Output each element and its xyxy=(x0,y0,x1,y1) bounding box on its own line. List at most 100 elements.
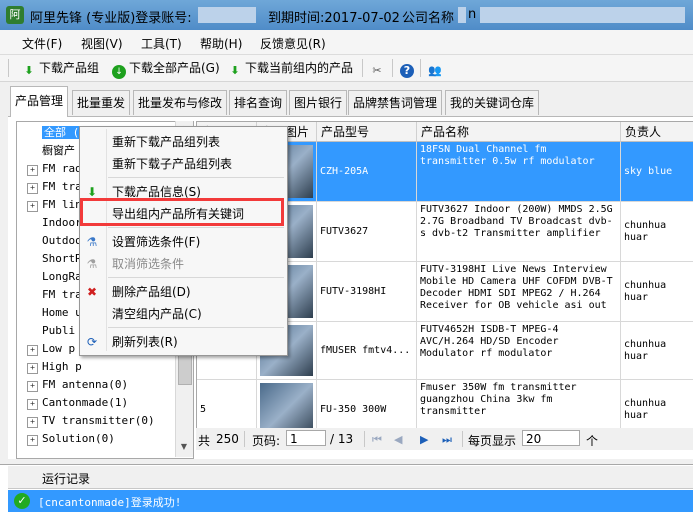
tree-node[interactable]: + FM lin xyxy=(17,196,82,214)
column-header-model[interactable]: 产品型号 xyxy=(317,122,417,142)
tree-node[interactable]: Publi xyxy=(17,322,75,340)
download-arrow-icon: ⬇ xyxy=(230,64,240,77)
menu-separator xyxy=(108,277,284,278)
cell-owner: chunhua huar xyxy=(621,202,693,261)
tab-image-bank[interactable]: 图片银行 xyxy=(289,90,348,115)
menu-item-label: 设置筛选条件(F) xyxy=(112,235,201,249)
tab-brand-banned-words[interactable]: 品牌禁售词管理 xyxy=(348,90,443,115)
tab-keyword-warehouse[interactable]: 我的关键词仓库 xyxy=(445,90,540,115)
log-entry[interactable]: ✓ [cncantonmade]登录成功! xyxy=(8,490,693,512)
column-header-owner[interactable]: 负责人 xyxy=(621,122,693,142)
menu-help[interactable]: 帮助(H) xyxy=(200,35,242,52)
tree-node[interactable]: + Low p xyxy=(17,340,75,358)
menu-item: ⚗ 取消筛选条件 xyxy=(80,253,287,275)
help-button[interactable]: ? xyxy=(400,59,417,78)
cell-owner-text: chunhua huar xyxy=(624,279,667,303)
tree-node[interactable]: + Solution(0) xyxy=(17,430,115,448)
menu-file[interactable]: 文件(F) xyxy=(22,35,62,52)
tree-node[interactable]: + FM antenna(0) xyxy=(17,376,128,394)
masked-account xyxy=(198,7,256,23)
tree-node[interactable]: + Cantonmade(1) xyxy=(17,394,128,412)
download-group-button[interactable]: ⬇ 下载产品组 xyxy=(22,59,99,77)
tree-node[interactable]: + TV transmitter(0) xyxy=(17,412,155,430)
scroll-down-icon[interactable]: ▼ xyxy=(178,441,190,453)
cell-model-text: CZH-205A xyxy=(320,165,369,177)
cell-model: CZH-205A xyxy=(317,142,417,201)
menu-item[interactable]: ✖ 删除产品组(D) xyxy=(80,281,287,303)
tree-node-label: FM rad xyxy=(42,162,82,175)
cell-owner-text: chunhua huar xyxy=(624,397,667,421)
page-input[interactable]: 1 xyxy=(286,430,326,446)
menu-tools[interactable]: 工具(T) xyxy=(141,35,182,52)
per-page-input[interactable]: 20 xyxy=(522,430,580,446)
tree-node-label: FM tra xyxy=(42,180,82,193)
tree-node[interactable]: + High p xyxy=(17,358,82,376)
download-current-button[interactable]: ⬇ 下载当前组内的产品 xyxy=(228,59,353,77)
menu-item[interactable]: ⟳ 刷新列表(R) xyxy=(80,331,287,353)
tab-ranking-query[interactable]: 排名查询 xyxy=(229,90,288,115)
tree-node-label: FM tra xyxy=(42,288,82,301)
context-menu: 重新下载产品组列表 重新下载子产品组列表 ⬇ 下载产品信息(S) 导出组内产品所有关键词… xyxy=(79,126,288,356)
tree-node-label: FM lin xyxy=(42,198,82,211)
tree-node-label: LongRa xyxy=(42,270,82,283)
expand-icon[interactable]: + xyxy=(27,435,38,446)
column-header-name[interactable]: 产品名称 xyxy=(417,122,621,142)
pager-separator xyxy=(462,431,463,447)
tree-node[interactable]: + FM rad xyxy=(17,160,82,178)
menu-item-label: 重新下载产品组列表 xyxy=(112,135,221,149)
menu-item[interactable]: 清空组内产品(C) xyxy=(80,303,287,325)
first-page-icon[interactable]: ⏮ xyxy=(372,433,382,447)
tab-batch-resend[interactable]: 批量重发 xyxy=(72,90,131,115)
menu-separator xyxy=(108,327,284,328)
settings-tools-button[interactable]: ✂ xyxy=(370,59,387,77)
cell-index-text: 5 xyxy=(200,403,207,415)
menu-item-label: 重新下载子产品组列表 xyxy=(112,157,233,171)
menu-item-label: 删除产品组(D) xyxy=(112,285,191,299)
total-count: 250 xyxy=(216,432,239,446)
expand-icon[interactable]: + xyxy=(27,183,38,194)
tree-node-label: Outdoo xyxy=(42,234,82,247)
prev-page-icon[interactable]: ◀ xyxy=(394,433,402,446)
expand-icon[interactable]: + xyxy=(27,165,38,176)
users-button[interactable]: 👥 xyxy=(428,59,445,77)
cell-name-text: FUTV-3198HI Live News Interview Mobile H… xyxy=(420,264,613,311)
expand-icon[interactable]: + xyxy=(27,363,38,374)
cell-index: 5 xyxy=(197,380,257,428)
download-all-button[interactable]: ↓ 下载全部产品(G) xyxy=(112,59,220,79)
tree-node-label: TV transmitter(0) xyxy=(42,414,155,427)
menu-separator xyxy=(108,227,284,228)
menu-item[interactable]: 重新下载子产品组列表 xyxy=(80,153,287,175)
tree-node[interactable]: LongRa xyxy=(17,268,82,286)
tree-node[interactable]: ShortR xyxy=(17,250,82,268)
per-page-label: 每页显示 xyxy=(468,434,517,448)
scrollbar-thumb[interactable] xyxy=(178,353,192,385)
tree-node[interactable]: 全部 (2 xyxy=(17,124,88,142)
expand-icon[interactable]: + xyxy=(27,345,38,356)
menu-item-label: 清空组内产品(C) xyxy=(112,307,202,321)
cell-owner-text: chunhua huar xyxy=(624,219,667,243)
tree-node[interactable]: Outdoo xyxy=(17,232,82,250)
tab-product-management[interactable]: 产品管理 xyxy=(10,86,69,117)
expand-icon[interactable]: + xyxy=(27,399,38,410)
menu-view[interactable]: 视图(V) xyxy=(81,35,123,52)
menu-item[interactable]: ⚗ 设置筛选条件(F) xyxy=(80,231,287,253)
tree-node[interactable]: Home u xyxy=(17,304,82,322)
cell-name: 18FSN Dual Channel fm transmitter 0.5w r… xyxy=(417,142,621,201)
expand-icon[interactable]: + xyxy=(27,201,38,212)
total-prefix: 共 xyxy=(198,434,211,448)
menu-feedback[interactable]: 反馈意见(R) xyxy=(260,35,326,52)
menu-item[interactable]: 重新下载产品组列表 xyxy=(80,131,287,153)
cell-name: FUTV3627 Indoor (200W) MMDS 2.5G 2.7G Br… xyxy=(417,202,621,261)
expand-icon[interactable]: + xyxy=(27,417,38,428)
tree-node[interactable]: 橱窗产 xyxy=(17,142,75,160)
cell-model: FUTV-3198HI xyxy=(317,262,417,321)
expand-icon[interactable]: + xyxy=(27,381,38,392)
tree-node[interactable]: FM tra xyxy=(17,286,82,304)
tree-node[interactable]: + FM tra xyxy=(17,178,82,196)
pager-separator xyxy=(364,431,365,447)
last-page-icon[interactable]: ⏭ xyxy=(442,433,452,447)
next-page-icon[interactable]: ▶ xyxy=(420,433,428,446)
table-row[interactable]: 5 FU-350 300W Fmuser 350W fm transmitter g… xyxy=(197,380,693,428)
tree-node[interactable]: Indoor xyxy=(17,214,82,232)
tab-batch-publish[interactable]: 批量发布与修改 xyxy=(133,90,228,115)
